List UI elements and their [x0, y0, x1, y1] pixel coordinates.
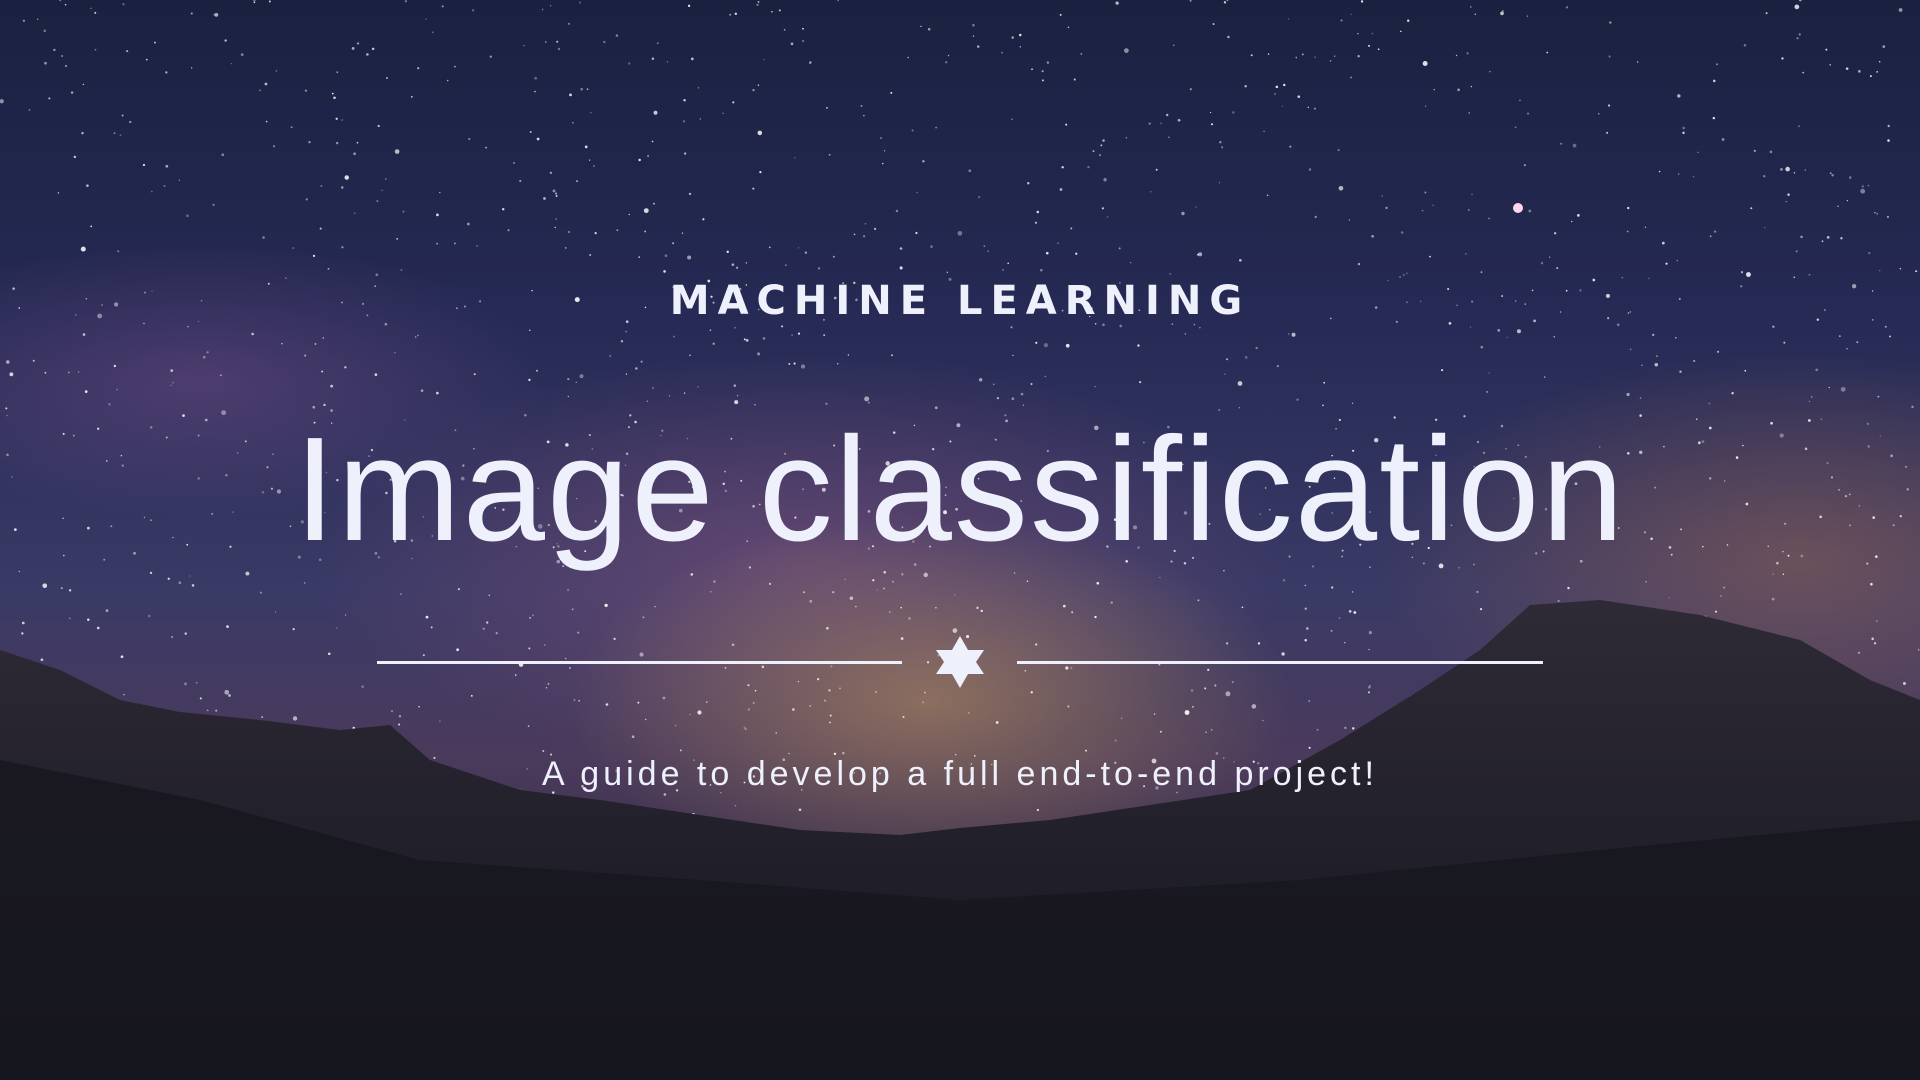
subtitle: A guide to develop a full end-to-end pro…	[542, 755, 1378, 793]
divider-line-right	[1017, 661, 1543, 664]
divider-line-left	[377, 661, 902, 664]
category-kicker: MACHINE LEARNING	[669, 278, 1251, 324]
page-title: Image classification	[294, 407, 1626, 572]
six-pointed-star-icon	[936, 636, 984, 688]
